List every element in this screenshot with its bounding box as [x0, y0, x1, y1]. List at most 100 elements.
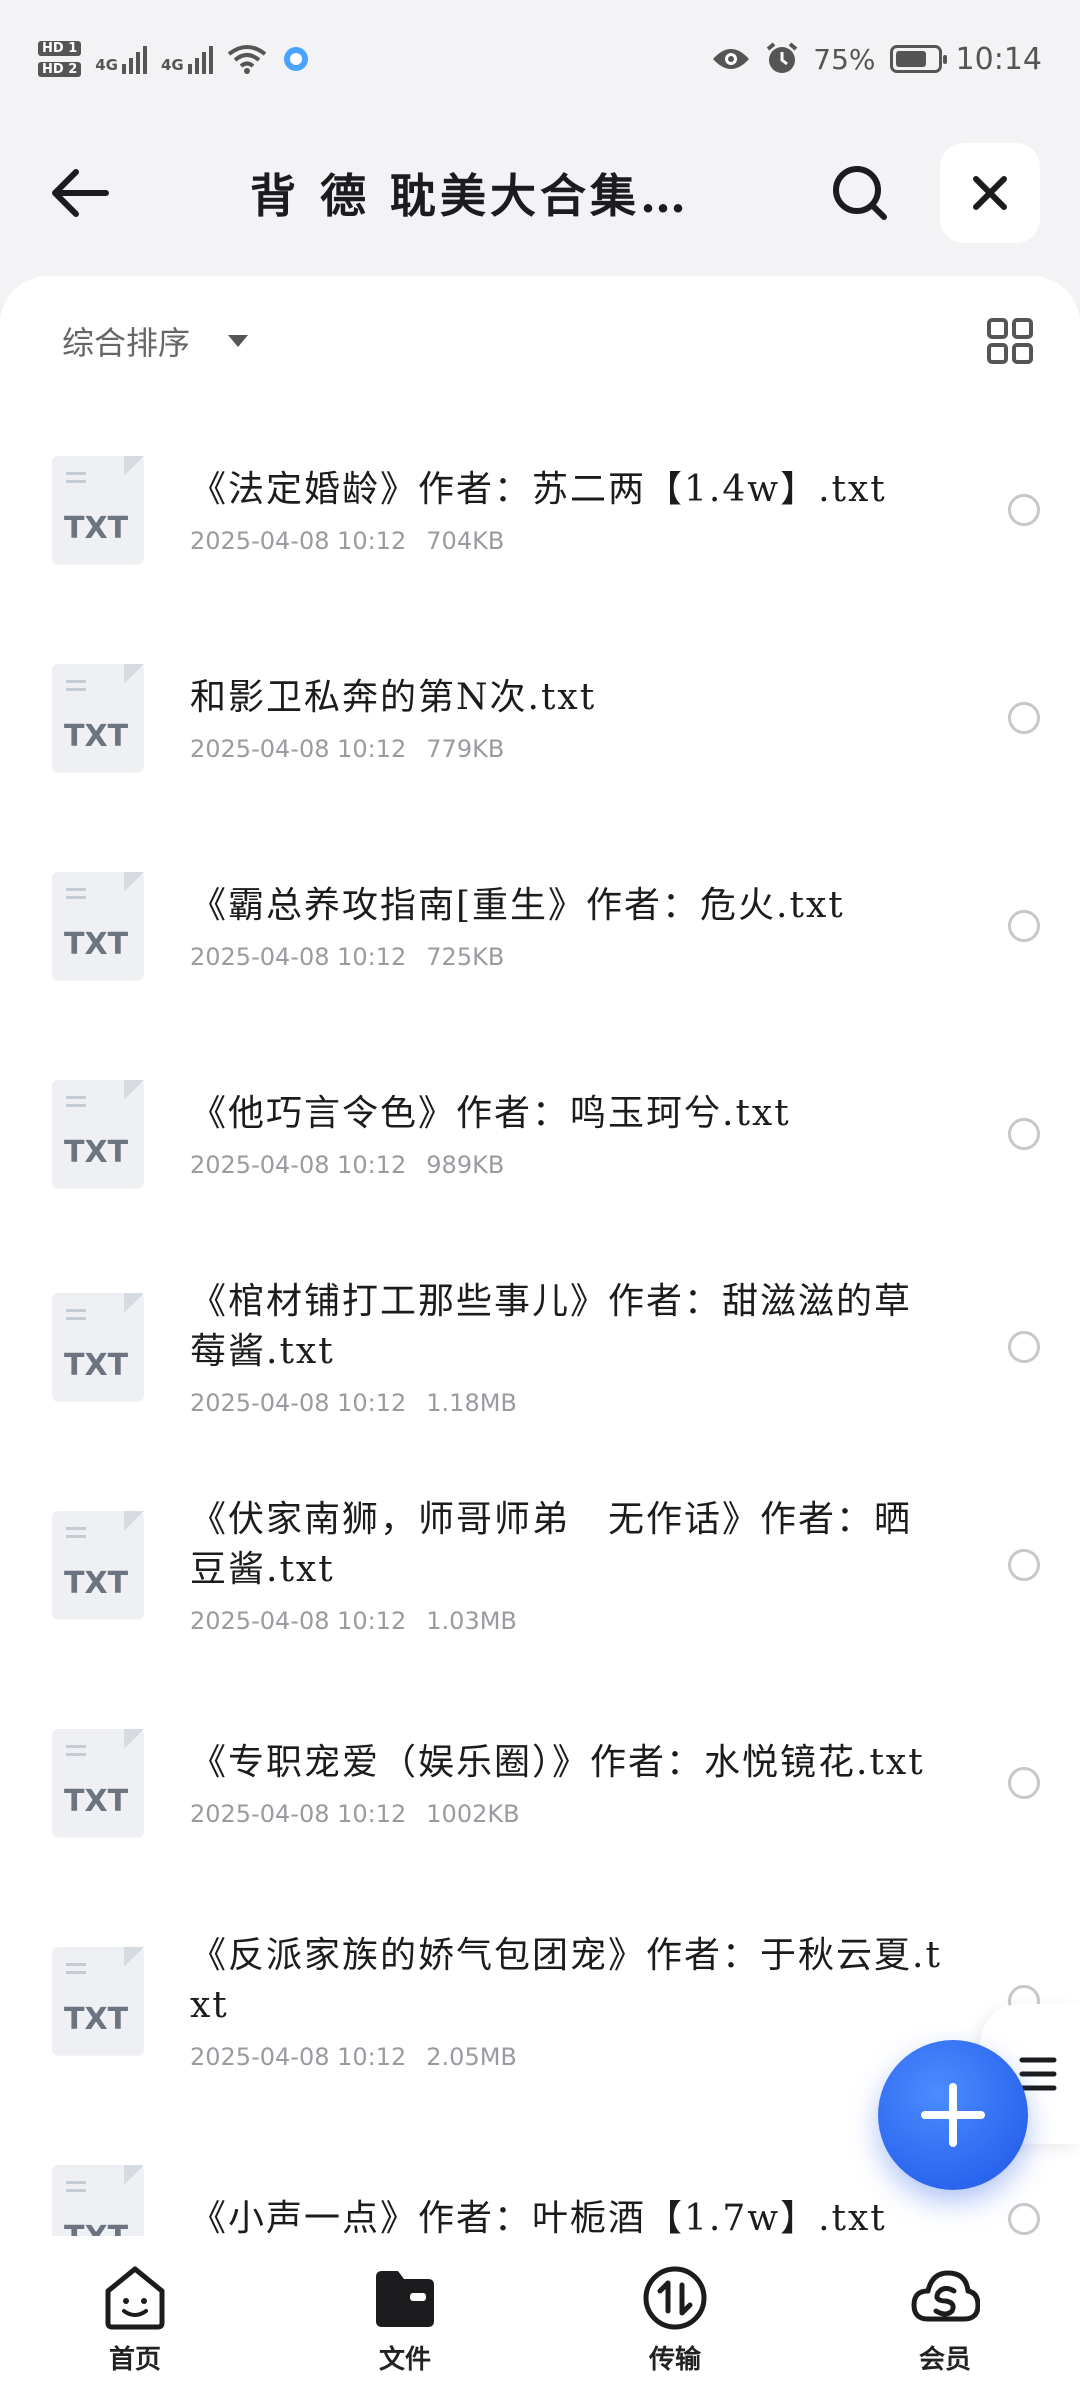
txt-file-icon: TXT [52, 664, 144, 772]
file-info: 《专职宠爱（娱乐圈）》作者：水悦镜花.txt 2025-04-08 10:12 … [190, 1738, 948, 1828]
nav-item-home[interactable]: 首页 [35, 2261, 235, 2376]
select-radio[interactable] [1008, 702, 1040, 734]
file-size: 989KB [426, 1151, 505, 1179]
battery-percent: 75% [813, 42, 876, 76]
select-radio[interactable] [1008, 1549, 1040, 1581]
select-radio[interactable] [1008, 1767, 1040, 1799]
folder-icon [368, 2261, 442, 2335]
signal-bars-icon [122, 44, 147, 74]
file-info: 《伏家南狮，师哥师弟 无作话》作者：晒豆酱.txt 2025-04-08 10:… [190, 1495, 948, 1635]
file-sheet: 综合排序 TXT 《法定婚龄》作者：苏二两【1.4w】.txt 2025-04-… [0, 276, 1080, 2236]
signal-1: 4G [95, 44, 147, 74]
file-info: 《霸总养攻指南[重生》作者：危火.txt 2025-04-08 10:12 72… [190, 881, 948, 971]
menu-icon [1019, 2057, 1057, 2091]
hd-indicators: HD 1 HD 2 [38, 41, 82, 77]
back-button[interactable] [40, 153, 120, 233]
txt-file-icon: TXT [52, 1729, 144, 1837]
file-row[interactable]: TXT 《棺材铺打工那些事儿》作者：甜滋滋的草莓酱.txt 2025-04-08… [0, 1238, 1080, 1456]
vip-cloud-icon [908, 2261, 982, 2335]
file-date: 2025-04-08 10:12 [190, 1151, 407, 1179]
file-row[interactable]: TXT 《他巧言令色》作者：鸣玉珂兮.txt 2025-04-08 10:12 … [0, 1030, 1080, 1238]
signal-bars-icon [187, 44, 213, 74]
nav-item-files[interactable]: 文件 [305, 2261, 505, 2376]
status-time: 10:14 [955, 41, 1042, 77]
nav-label-home: 首页 [108, 2344, 161, 2375]
file-info: 《法定婚龄》作者：苏二两【1.4w】.txt 2025-04-08 10:12 … [190, 465, 948, 555]
file-size: 704KB [426, 527, 505, 555]
file-meta: 2025-04-08 10:12 1.03MB [190, 1607, 948, 1635]
add-button[interactable] [878, 2040, 1028, 2190]
sort-label: 综合排序 [62, 324, 191, 362]
file-name: 《反派家族的娇气包团宠》作者：于秋云夏.txt [190, 1935, 942, 2026]
bottom-nav: 首页 文件 传输 会员 [0, 2236, 1080, 2400]
file-row[interactable]: TXT 和影卫私奔的第N次.txt 2025-04-08 10:12 779KB [0, 614, 1080, 822]
file-row[interactable]: TXT 《霸总养攻指南[重生》作者：危火.txt 2025-04-08 10:1… [0, 822, 1080, 1030]
file-name: 《霸总养攻指南[重生》作者：危火.txt [190, 885, 845, 926]
wifi-icon [227, 45, 266, 74]
file-name: 《专职宠爱（娱乐圈）》作者：水悦镜花.txt [190, 1742, 925, 1783]
file-date: 2025-04-08 10:12 [190, 943, 407, 971]
sort-dropdown[interactable]: 综合排序 [62, 318, 249, 364]
arrow-left-icon [52, 169, 109, 217]
search-button[interactable] [820, 153, 900, 233]
txt-file-icon: TXT [52, 456, 144, 564]
file-date: 2025-04-08 10:12 [190, 1389, 407, 1417]
file-info: 《他巧言令色》作者：鸣玉珂兮.txt 2025-04-08 10:12 989K… [190, 1089, 948, 1179]
txt-file-icon: TXT [52, 872, 144, 980]
file-size: 1.03MB [426, 1607, 517, 1635]
close-button[interactable] [940, 143, 1040, 243]
file-info: 《反派家族的娇气包团宠》作者：于秋云夏.txt 2025-04-08 10:12… [190, 1931, 948, 2071]
page: HD 1 HD 2 4G 4G 75% 10:14 背 德 耽美大合集… 综合排… [0, 0, 1080, 2400]
file-info: 《棺材铺打工那些事儿》作者：甜滋滋的草莓酱.txt 2025-04-08 10:… [190, 1277, 948, 1417]
alarm-icon [767, 42, 798, 73]
file-meta: 2025-04-08 10:12 2.05MB [190, 2043, 948, 2071]
file-meta: 2025-04-08 10:12 725KB [190, 943, 948, 971]
nav-item-transfer[interactable]: 传输 [575, 2261, 775, 2376]
select-radio[interactable] [1008, 2203, 1040, 2235]
select-radio[interactable] [1008, 1331, 1040, 1363]
file-row[interactable]: TXT 《伏家南狮，师哥师弟 无作话》作者：晒豆酱.txt 2025-04-08… [0, 1456, 1080, 1674]
file-row[interactable]: TXT 《专职宠爱（娱乐圈）》作者：水悦镜花.txt 2025-04-08 10… [0, 1674, 1080, 1892]
select-radio[interactable] [1008, 910, 1040, 942]
nav-label-files: 文件 [378, 2344, 431, 2375]
status-right: 75% 10:14 [711, 42, 1042, 77]
search-icon [833, 166, 887, 220]
status-left: HD 1 HD 2 4G 4G [38, 41, 311, 77]
file-date: 2025-04-08 10:12 [190, 735, 407, 763]
nav-item-vip[interactable]: 会员 [845, 2261, 1045, 2376]
signal-2: 4G [161, 44, 213, 74]
txt-file-icon: TXT [52, 1947, 144, 2055]
file-size: 1002KB [426, 1800, 520, 1828]
file-date: 2025-04-08 10:12 [190, 2043, 407, 2071]
eye-comfort-icon [713, 49, 750, 69]
header: 背 德 耽美大合集… [0, 118, 1080, 268]
file-info: 《小声一点》作者：叶栀酒【1.7w】.txt [190, 2194, 948, 2236]
transfer-icon [638, 2261, 712, 2335]
file-meta: 2025-04-08 10:12 989KB [190, 1151, 948, 1179]
app-notification-icon [283, 47, 308, 71]
file-size: 2.05MB [426, 2043, 517, 2071]
close-icon [973, 176, 1007, 210]
select-radio[interactable] [1008, 494, 1040, 526]
file-list: TXT 《法定婚龄》作者：苏二两【1.4w】.txt 2025-04-08 10… [0, 406, 1080, 2236]
file-meta: 2025-04-08 10:12 1002KB [190, 1800, 948, 1828]
file-row[interactable]: TXT 《法定婚龄》作者：苏二两【1.4w】.txt 2025-04-08 10… [0, 406, 1080, 614]
hd-1-indicator: HD 1 [38, 41, 82, 56]
file-name: 和影卫私奔的第N次.txt [190, 677, 597, 718]
nav-label-vip: 会员 [918, 2344, 971, 2375]
txt-file-icon: TXT [52, 1511, 144, 1619]
list-toolbar: 综合排序 [0, 276, 1080, 406]
file-info: 和影卫私奔的第N次.txt 2025-04-08 10:12 779KB [190, 673, 948, 763]
grid-view-button[interactable] [980, 311, 1040, 371]
file-name: 《小声一点》作者：叶栀酒【1.7w】.txt [190, 2198, 887, 2236]
status-bar: HD 1 HD 2 4G 4G 75% 10:14 [0, 0, 1080, 118]
file-size: 1.18MB [426, 1389, 517, 1417]
file-size: 779KB [426, 735, 505, 763]
file-size: 725KB [426, 943, 505, 971]
file-name: 《法定婚龄》作者：苏二两【1.4w】.txt [190, 469, 887, 510]
caret-down-icon [228, 335, 249, 347]
battery-icon [889, 45, 947, 73]
select-radio[interactable] [1008, 1118, 1040, 1150]
file-name: 《棺材铺打工那些事儿》作者：甜滋滋的草莓酱.txt [190, 1281, 913, 1372]
txt-file-icon: TXT [52, 1293, 144, 1401]
